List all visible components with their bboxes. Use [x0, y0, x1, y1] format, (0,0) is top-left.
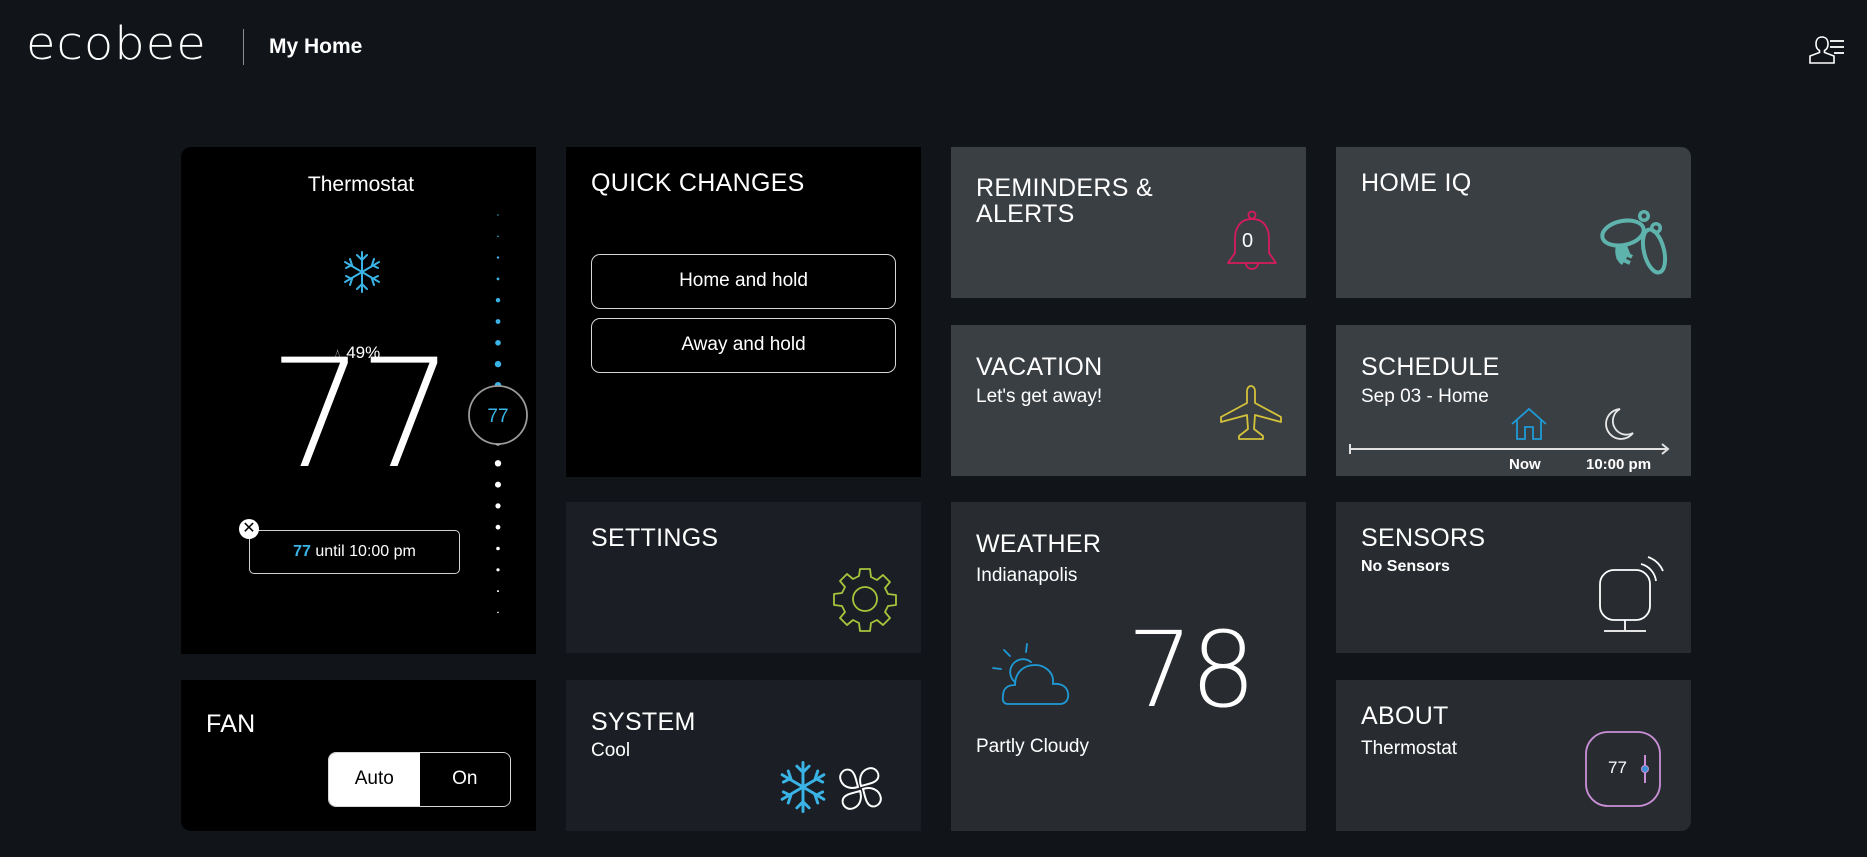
vacation-title: VACATION — [976, 353, 1103, 381]
home-iq-title: HOME IQ — [1361, 169, 1472, 197]
slider-dot — [496, 546, 500, 551]
schedule-card[interactable]: SCHEDULE Sep 03 - Home Now 10:00 pm — [1336, 325, 1691, 476]
fan-title: FAN — [206, 710, 256, 738]
setpoint-value: 77 — [487, 406, 508, 427]
slider-dot — [496, 277, 500, 281]
weather-card[interactable]: WEATHER Indianapolis 78 Partly Cloudy — [951, 502, 1306, 831]
vacation-card[interactable]: VACATION Let's get away! — [951, 325, 1306, 476]
hold-status[interactable]: 77 until 10:00 pm — [249, 530, 460, 574]
slider-dot — [497, 590, 499, 593]
fan-on-option[interactable]: On — [419, 753, 510, 806]
user-menu-button[interactable] — [1808, 34, 1848, 66]
bee-icon — [1600, 210, 1668, 275]
quick-changes-card: QUICK CHANGES Home and hold Away and hol… — [566, 147, 921, 477]
system-title: SYSTEM — [591, 708, 696, 736]
alerts-count: 0 — [1242, 230, 1254, 252]
header-divider — [243, 29, 244, 65]
about-card[interactable]: ABOUT Thermostat 77 — [1336, 680, 1691, 831]
fan-mode-toggle[interactable]: Auto On — [328, 752, 511, 807]
fan-card: FAN Auto On — [181, 680, 536, 831]
slider-dot — [494, 460, 502, 467]
slider-dot — [495, 481, 501, 488]
sensor-icon — [1599, 556, 1664, 632]
schedule-title: SCHEDULE — [1361, 353, 1500, 381]
hold-text: until 10:00 pm — [315, 543, 416, 560]
schedule-subtitle: Sep 03 - Home — [1361, 386, 1489, 407]
user-menu-icon — [1809, 36, 1844, 64]
schedule-next-label: 10:00 pm — [1586, 456, 1652, 473]
logo-text: ecobee — [26, 17, 207, 71]
about-title: ABOUT — [1361, 702, 1449, 730]
settings-card[interactable]: SETTINGS — [566, 502, 921, 653]
sensors-subtitle: No Sensors — [1361, 558, 1450, 575]
slider-dot — [495, 524, 501, 530]
gear-icon — [833, 568, 897, 632]
quick-changes-title: QUICK CHANGES — [591, 169, 805, 197]
away-and-hold-button[interactable]: Away and hold — [591, 318, 896, 373]
moon-icon — [1605, 408, 1634, 440]
cancel-hold-button[interactable]: ✕ — [239, 519, 259, 539]
reminders-alerts-card[interactable]: REMINDERS & ALERTS 0 — [951, 147, 1306, 298]
slider-dot — [494, 360, 502, 368]
settings-title: SETTINGS — [591, 524, 719, 552]
system-card[interactable]: SYSTEM Cool — [566, 680, 921, 831]
sensors-title: SENSORS — [1361, 524, 1486, 552]
weather-city: Indianapolis — [976, 565, 1078, 586]
partly-cloudy-icon — [992, 643, 1070, 705]
weather-condition: Partly Cloudy — [976, 736, 1089, 757]
slider-dot — [495, 503, 501, 509]
slider-dot — [497, 214, 499, 216]
slider-dot — [495, 319, 501, 324]
reminders-title: REMINDERS & ALERTS — [976, 175, 1153, 227]
temperature-slider[interactable]: 77 — [181, 147, 536, 654]
slider-dot — [497, 611, 499, 614]
slider-dot — [497, 235, 499, 238]
home-iq-card[interactable]: HOME IQ — [1336, 147, 1691, 298]
weather-temperature: 78 — [1127, 609, 1256, 731]
reminders-title-line1: REMINDERS & — [976, 174, 1153, 202]
fan-auto-option[interactable]: Auto — [329, 753, 420, 806]
slider-dot — [495, 298, 501, 303]
slider-dot — [496, 256, 500, 259]
snowflake-icon — [780, 760, 826, 814]
about-device-temp: 77 — [1608, 758, 1627, 777]
schedule-now-label: Now — [1509, 456, 1541, 473]
slider-dot — [496, 568, 500, 572]
close-icon: ✕ — [242, 520, 256, 537]
slider-dot — [495, 340, 501, 346]
fan-icon — [839, 767, 882, 810]
reminders-title-line2: ALERTS — [976, 200, 1075, 228]
weather-title: WEATHER — [976, 530, 1102, 558]
about-subtitle: Thermostat — [1361, 738, 1458, 759]
schedule-timeline — [1349, 443, 1670, 455]
home-and-hold-button[interactable]: Home and hold — [591, 254, 896, 309]
ecobee-logo[interactable]: ecobee — [26, 17, 207, 70]
airplane-icon — [1220, 385, 1282, 440]
vacation-subtitle: Let's get away! — [976, 386, 1103, 407]
home-icon — [1511, 407, 1547, 440]
system-mode: Cool — [591, 740, 631, 761]
page-title: My Home — [269, 35, 363, 58]
hold-temperature: 77 — [293, 543, 311, 560]
sensors-card[interactable]: SENSORS No Sensors — [1336, 502, 1691, 653]
thermostat-card[interactable]: Thermostat 💧︎ 49% 77 77 77 until 10:00 pm… — [181, 147, 536, 654]
